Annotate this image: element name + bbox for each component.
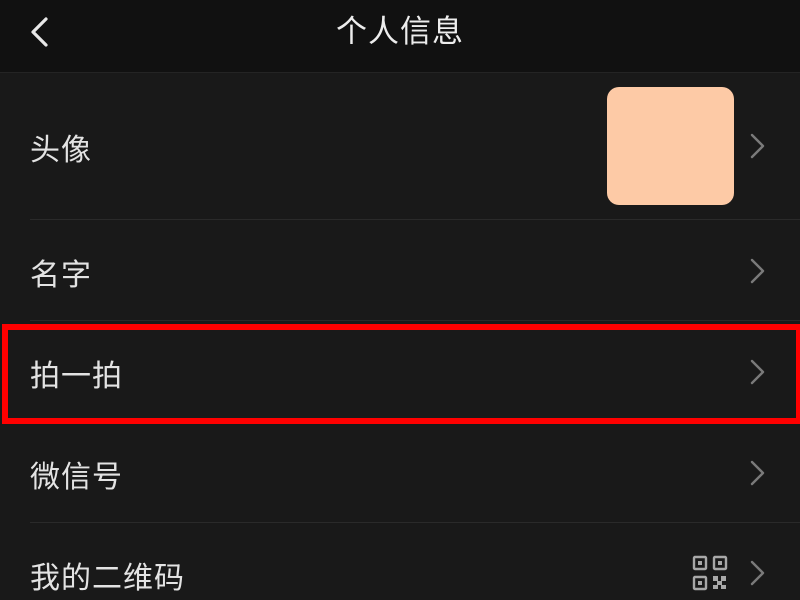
row-my-qr-code[interactable]: 我的二维码 [0,523,800,600]
row-label-name: 名字 [30,258,92,293]
chevron-right-icon [748,256,768,286]
row-label-wechat-id: 微信号 [30,460,123,495]
personal-info-screen: 个人信息 头像 名字 拍一拍 微信号 我的二维码 [0,0,800,600]
row-label-pat: 拍一拍 [30,359,123,394]
page-title: 个人信息 [336,14,464,50]
navigation-bar: 个人信息 [0,0,800,73]
row-pat[interactable]: 拍一拍 [0,321,800,421]
avatar[interactable] [607,87,734,205]
chevron-right-icon [748,131,768,161]
chevron-right-icon [748,558,768,588]
row-label-avatar: 头像 [30,133,92,168]
qr-code-icon [692,555,728,591]
row-label-qr-code: 我的二维码 [30,561,185,596]
row-name[interactable]: 名字 [0,220,800,320]
row-wechat-id[interactable]: 微信号 [0,422,800,522]
chevron-right-icon [748,458,768,488]
row-avatar[interactable]: 头像 [0,73,800,219]
chevron-right-icon [748,357,768,387]
